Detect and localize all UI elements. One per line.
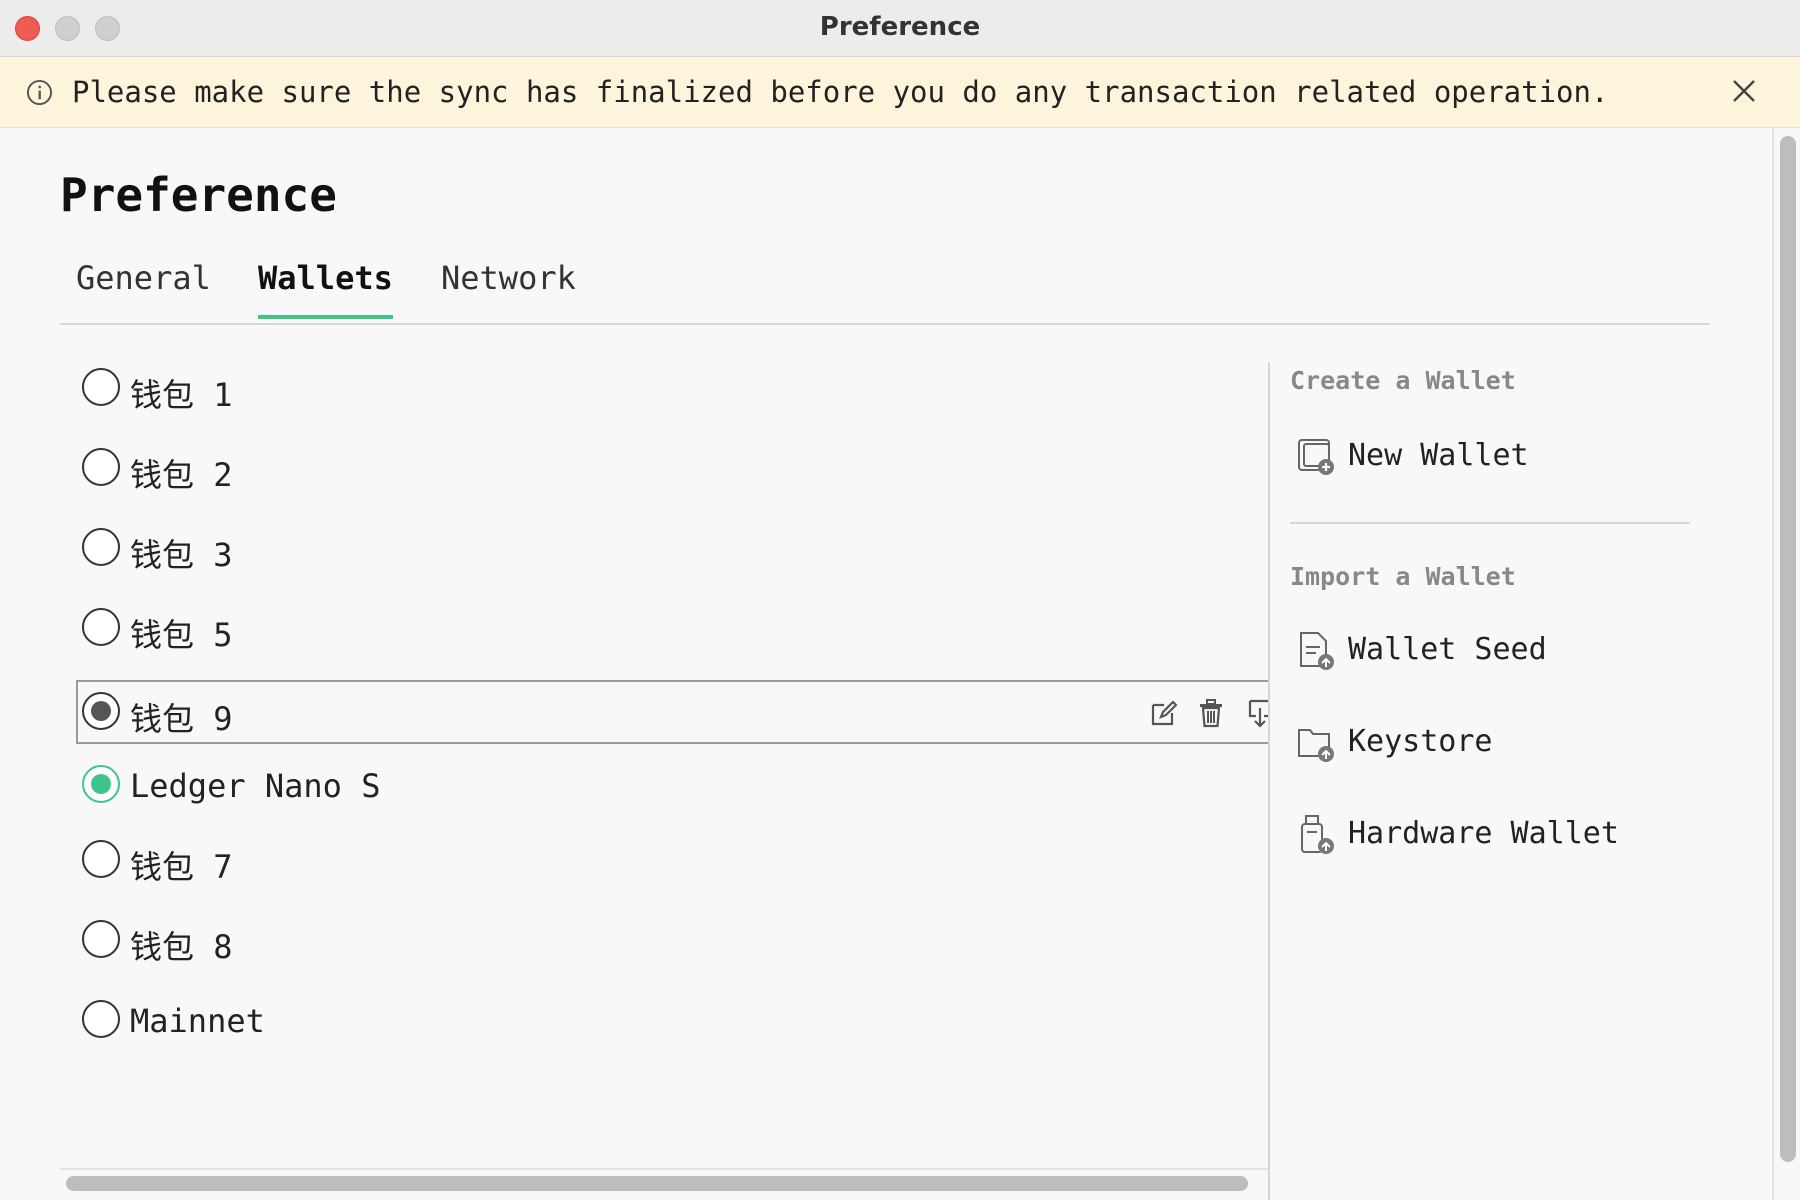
close-icon[interactable] [1730,77,1758,105]
wallet-row-actions [1146,696,1270,732]
wallet-list: 钱包 1 钱包 2 钱包 3 钱包 5 钱包 9 Ledger Nano S 钱… [76,360,1270,1060]
wallet-seed-button[interactable]: Wallet Seed [1296,630,1676,676]
radio-dot [91,774,111,794]
export-icon[interactable] [1242,696,1270,730]
import-wallet-heading: Import a Wallet [1290,562,1516,591]
wallet-row[interactable]: 钱包 7 [76,832,1270,894]
new-wallet-label: New Wallet [1348,438,1529,473]
wallet-radio[interactable] [82,920,120,958]
wallet-name: 钱包 8 [130,928,233,966]
hardware-wallet-icon [1301,815,1334,854]
wallet-radio[interactable] [82,368,120,406]
horizontal-scrollbar[interactable] [60,1168,1268,1196]
trash-icon[interactable] [1194,696,1228,730]
edit-icon[interactable] [1146,696,1180,730]
panel-divider [1268,362,1270,1200]
keystore-button[interactable]: Keystore [1296,722,1676,768]
info-icon [26,79,53,106]
horizontal-scroll-thumb[interactable] [66,1176,1248,1191]
radio-dot [91,701,111,721]
wallet-radio[interactable] [82,1000,120,1038]
tab-wallets[interactable]: Wallets [258,259,393,297]
new-wallet-icon [1298,439,1334,475]
sync-notice-text: Please make sure the sync has finalized … [72,75,1609,109]
wallet-radio[interactable] [82,608,120,646]
new-wallet-button[interactable]: New Wallet [1296,436,1676,482]
wallet-name: 钱包 5 [130,616,233,654]
side-separator [1290,522,1690,524]
wallet-radio[interactable] [82,528,120,566]
wallet-name: 钱包 7 [130,848,233,886]
window-title: Preference [819,12,981,42]
wallet-row[interactable]: 钱包 5 [76,600,1270,662]
hardware-wallet-label: Hardware Wallet [1348,816,1619,851]
wallet-name: 钱包 2 [130,456,233,494]
wallet-row[interactable]: Mainnet [76,992,1270,1054]
wallet-row[interactable]: 钱包 1 [76,360,1270,422]
wallet-radio[interactable] [82,448,120,486]
hardware-wallet-button[interactable]: Hardware Wallet [1296,814,1676,860]
tab-general[interactable]: General [76,259,211,297]
page-title: Preference [60,168,337,222]
wallet-row[interactable]: 钱包 8 [76,912,1270,974]
wallet-seed-icon [1300,632,1334,670]
wallet-radio[interactable] [82,692,120,730]
preference-window: Preference Please make sure the sync has… [0,0,1800,1200]
wallet-row-hovered[interactable]: 钱包 9 [76,680,1270,744]
wallet-radio[interactable] [82,765,120,803]
sync-notice-banner: Please make sure the sync has finalized … [0,57,1800,128]
wallet-name: Mainnet [130,1002,265,1040]
wallet-row[interactable]: 钱包 2 [76,440,1270,502]
wallet-name: Ledger Nano S [130,767,381,805]
create-wallet-heading: Create a Wallet [1290,366,1516,395]
keystore-label: Keystore [1348,724,1493,759]
wallet-name: 钱包 3 [130,536,233,574]
title-bar: Preference [0,0,1800,57]
wallet-radio[interactable] [82,840,120,878]
tab-bar: General Wallets Network [60,255,1710,325]
vertical-scroll-thumb[interactable] [1780,136,1796,1162]
wallet-row[interactable]: Ledger Nano S [76,757,1270,819]
wallet-name: 钱包 1 [130,376,233,414]
wallet-name: 钱包 9 [130,700,233,738]
wallet-row[interactable]: 钱包 3 [76,520,1270,582]
tab-network[interactable]: Network [441,259,576,297]
wallet-seed-label: Wallet Seed [1348,632,1547,667]
vertical-scrollbar[interactable] [1772,128,1800,1200]
active-tab-indicator [258,315,393,319]
keystore-icon [1298,729,1334,762]
